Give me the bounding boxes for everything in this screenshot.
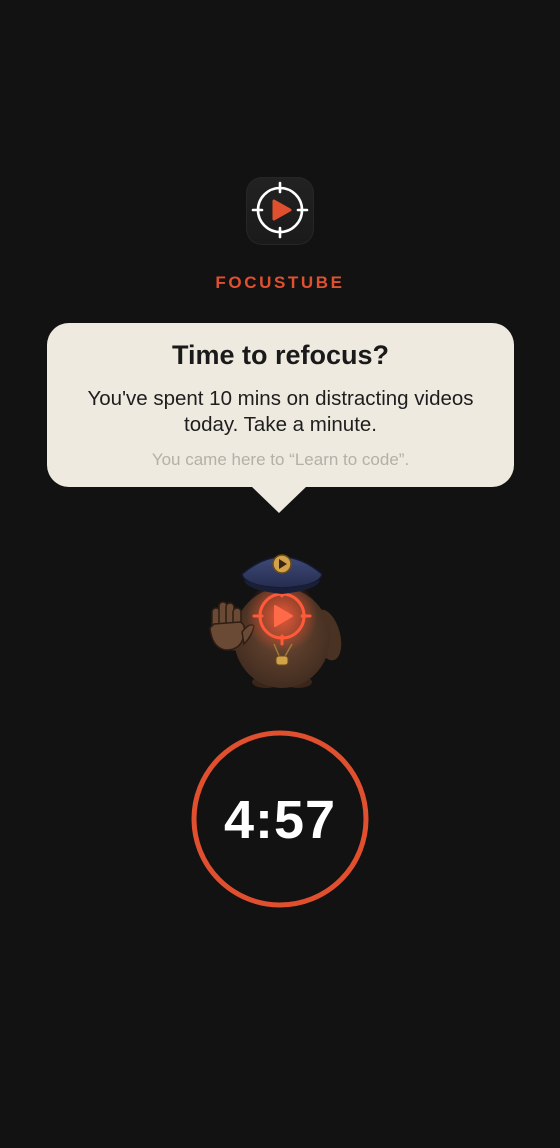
police-mascot-stop-icon xyxy=(209,554,342,688)
refocus-speech-bubble: Time to refocus? You've spent 10 mins on… xyxy=(47,323,514,487)
app-logo-icon xyxy=(246,177,314,245)
intention-reminder: You came here to “Learn to code”. xyxy=(151,450,410,469)
crosshair-play-icon xyxy=(251,181,309,239)
distraction-message: You've spent 10 mins on distracting vide… xyxy=(87,387,474,436)
refocus-title: Time to refocus? xyxy=(171,340,390,370)
speech-bubble-tail xyxy=(251,486,307,513)
countdown-timer: 4:57 xyxy=(223,790,337,850)
app-name: FOCUSTUBE xyxy=(215,273,345,292)
